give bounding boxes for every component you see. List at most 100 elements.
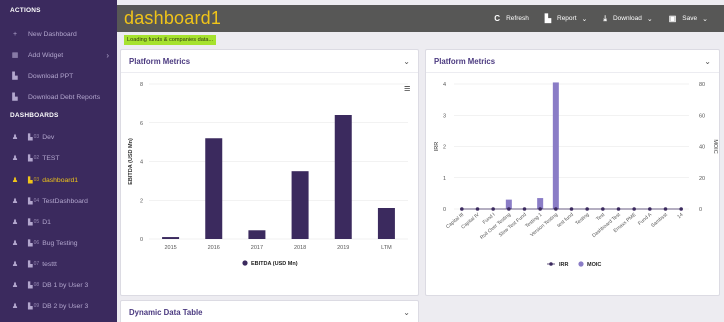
y-right-tick-label: 80 [699, 82, 705, 88]
refresh-button[interactable]: C Refresh [494, 14, 529, 23]
x-tick-label: LTM [381, 245, 392, 251]
dashboard-number: 06 [33, 240, 40, 246]
bar [377, 208, 395, 239]
add-widget-button[interactable]: ▦ Add Widget › [0, 47, 117, 63]
document-icon: ▙ [544, 14, 551, 23]
panel-header[interactable]: Dynamic Data Table ⌄ [121, 301, 418, 322]
user-icon: ♟ [11, 198, 19, 205]
y-left-tick-label: 4 [443, 82, 446, 88]
irr-point [460, 207, 464, 211]
sidebar-item-d1[interactable]: ♟ ▙ 05 D1 [0, 214, 117, 230]
file-icon: ▙ [28, 198, 33, 205]
bar [334, 115, 352, 239]
panel-title: Platform Metrics [434, 56, 496, 66]
sidebar-item-testtt[interactable]: ♟ ▙ 07 testtt [0, 256, 117, 272]
y-left-axis-label: IRR [434, 142, 440, 152]
legend-label: MOIC [587, 262, 601, 268]
y-tick-label: 8 [140, 82, 143, 88]
bar [205, 138, 223, 239]
legend-marker [549, 262, 553, 266]
chevron-down-icon: ⌄ [646, 15, 653, 23]
irr-moic-chart: 01234020406080IRR MOICCapital IIICapital … [434, 82, 718, 268]
dashboard-number: 03 [33, 134, 40, 140]
dashboard-number: 09 [33, 303, 40, 309]
irr-point [679, 207, 683, 211]
download-label: Download [612, 15, 642, 22]
bar [162, 237, 180, 239]
download-button[interactable]: ⤓ Download ⌄ [603, 14, 652, 24]
plus-icon: + [12, 30, 18, 38]
save-button[interactable]: ▣ Save ⌄ [669, 14, 708, 23]
dashboard-label: Bug Testing [42, 239, 78, 247]
y-right-tick-label: 0 [699, 207, 702, 213]
sidebar-item-db2-user3[interactable]: ♟ ▙ 09 DB 2 by User 3 [0, 298, 117, 314]
chevron-down-icon[interactable]: ⌄ [403, 308, 410, 317]
sidebar-item-testdashboard[interactable]: ♟ ▙ 04 TestDashboard [0, 193, 117, 209]
irr-point [475, 207, 480, 211]
y-right-tick-label: 20 [699, 176, 705, 182]
platform-metrics-panel-right: Platform Metrics ⌄ 0 1 2 3 4 0 20 40 60 80 IRR MOIC… [425, 49, 720, 296]
file-icon: ▙ [28, 303, 33, 310]
legend-label: IRR [559, 262, 569, 268]
x-tick-label: 2019 [337, 245, 349, 251]
y-left-tick-label: 0 [443, 207, 446, 213]
sidebar-item-dashboard1[interactable]: ♟ ▙ 03 dashboard1 [0, 172, 117, 188]
download-debt-reports-button[interactable]: ▙ Download Debt Reports [0, 89, 117, 105]
user-icon: ♟ [11, 240, 19, 247]
dynamic-data-table-panel: Dynamic Data Table ⌄ [120, 300, 419, 322]
chevron-down-icon[interactable]: ⌄ [704, 57, 711, 66]
user-icon: ♟ [11, 282, 19, 289]
sidebar: ACTIONS + New Dashboard ▦ Add Widget › ▙… [0, 0, 117, 322]
x-tick-label: Test [595, 212, 606, 223]
irr-point [569, 207, 574, 211]
irr-point [663, 207, 668, 211]
x-tick-label: 2016 [208, 245, 220, 251]
panel-title: Dynamic Data Table [129, 307, 203, 317]
add-widget-label: Add Widget [28, 51, 64, 59]
dashboard-number: 07 [33, 261, 40, 267]
sidebar-item-bug-testing[interactable]: ♟ ▙ 06 Bug Testing [0, 235, 117, 251]
file-icon: ▙ [28, 134, 33, 141]
save-label: Save [682, 15, 698, 22]
panel-header[interactable]: Platform Metrics ⌄ [426, 50, 719, 73]
download-ppt-button[interactable]: ▙ Download PPT [0, 68, 117, 84]
user-icon: ♟ [11, 219, 19, 226]
dashboard-label: testtt [42, 260, 57, 268]
chevron-right-icon: › [106, 50, 109, 60]
y-left-tick-label: 3 [443, 113, 446, 119]
sidebar-item-dev[interactable]: ♟ ▙ 03 Dev [0, 129, 117, 145]
y-tick-label: 6 [140, 121, 143, 127]
irr-point [632, 207, 636, 211]
irr-point [538, 207, 542, 211]
report-button[interactable]: ▙ Report ⌄ [545, 14, 588, 23]
chevron-down-icon[interactable]: ⌄ [403, 57, 410, 66]
dashboard-label: D1 [42, 218, 51, 226]
dashboard-label: DB 1 by User 3 [42, 281, 89, 289]
irr-point [507, 207, 511, 211]
y-tick-label: 2 [140, 198, 143, 204]
dashboard-number: 04 [33, 198, 40, 204]
y-tick-label: 0 [140, 237, 143, 243]
y-right-tick-label: 40 [699, 145, 705, 151]
bar [248, 230, 266, 239]
sidebar-item-db1-user3[interactable]: ♟ ▙ 08 DB 1 by User 3 [0, 277, 117, 293]
dashboard-number: 08 [33, 282, 40, 288]
x-tick-label: Testing [574, 212, 590, 227]
new-dashboard-button[interactable]: + New Dashboard [0, 26, 117, 42]
file-icon: ▙ [12, 73, 18, 80]
legend-marker [578, 261, 584, 267]
user-icon: ♟ [11, 261, 19, 268]
user-icon: ♟ [11, 177, 19, 184]
legend-marker [242, 260, 248, 266]
dashboard-label: dashboard1 [42, 176, 79, 184]
irr-point [522, 207, 527, 211]
x-tick-label: test fund [556, 212, 575, 229]
refresh-icon: C [494, 14, 501, 23]
user-icon: ♟ [11, 134, 19, 141]
file-icon: ▙ [28, 261, 33, 268]
panel-header[interactable]: Platform Metrics ⌄ [121, 50, 418, 73]
file-icon: ▙ [12, 94, 18, 101]
file-icon: ▙ [28, 282, 33, 289]
download-ppt-label: Download PPT [28, 72, 74, 80]
sidebar-item-test[interactable]: ♟ ▙ 02 TEST [0, 150, 117, 166]
